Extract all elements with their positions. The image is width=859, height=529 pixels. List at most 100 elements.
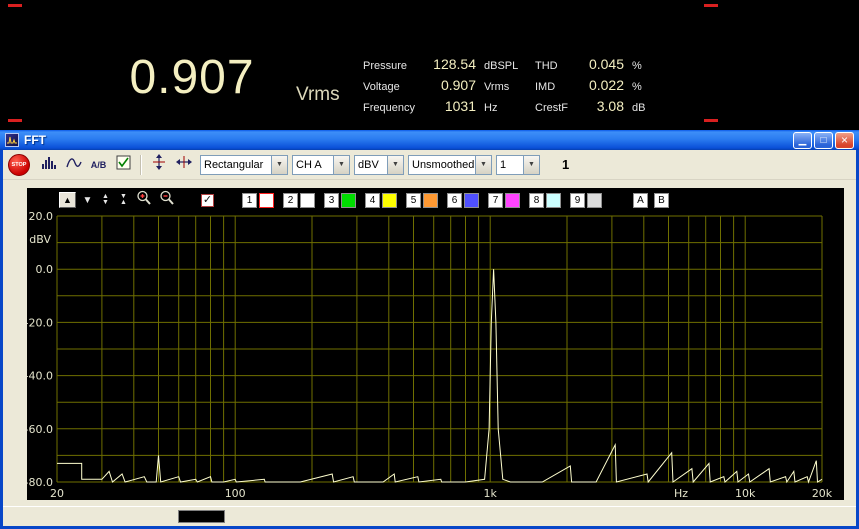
reading-unit: Hz (484, 102, 498, 114)
trace-8-button[interactable]: 8 (529, 192, 544, 208)
zoom-out-icon (159, 190, 175, 211)
maximize-button[interactable]: □ (814, 131, 833, 149)
trace-5-color-swatch[interactable] (423, 192, 438, 208)
units-select[interactable]: dBV ▼ (354, 154, 404, 175)
svg-text:Hz: Hz (674, 487, 688, 500)
svg-text:-40.0: -40.0 (27, 370, 53, 383)
reading-value: 0.045 (588, 56, 624, 72)
trace-4-button[interactable]: 4 (365, 192, 380, 208)
reading-label: Pressure (363, 60, 408, 72)
grid-lines (56, 215, 823, 483)
bar-graph-icon (41, 155, 57, 175)
window-title: FFT (24, 133, 46, 147)
trace-6-color-swatch[interactable] (464, 192, 479, 208)
screen: 0.907 Vrms Pressure 128.54 dBSPL THD 0.0… (0, 0, 859, 529)
reading-label: Voltage (363, 81, 400, 93)
reading-unit: dBSPL (484, 60, 519, 72)
trace-4-color-swatch[interactable] (382, 192, 397, 208)
svg-text:20k: 20k (812, 487, 833, 500)
curve-icon (65, 155, 82, 175)
averages-select[interactable]: 1 ▼ (496, 154, 540, 175)
scale-x-button[interactable] (171, 153, 196, 176)
trace-1-button[interactable]: 1 (242, 192, 257, 208)
svg-text:dBV: dBV (29, 233, 51, 246)
scroll-up-button[interactable]: ▲ (59, 192, 76, 208)
reading-unit: % (632, 81, 642, 93)
svg-text:100: 100 (225, 487, 246, 500)
marker-checkbox[interactable]: ✓ (201, 193, 214, 207)
x-axis-scale-icon (175, 155, 192, 174)
trace-9-color-swatch[interactable] (587, 192, 602, 208)
trace-3-color-swatch[interactable] (341, 192, 356, 208)
expand-range-button[interactable]: ▲ ▼ (99, 193, 112, 206)
scroll-down-button[interactable]: ▼ (81, 195, 94, 206)
readings-table: Pressure 128.54 dBSPL THD 0.045 % Voltag… (363, 56, 657, 114)
bar-graph-button[interactable] (36, 153, 61, 176)
ab-compare-icon: A/B (90, 159, 107, 170)
status-indicator (178, 510, 225, 523)
svg-text:-60.0: -60.0 (27, 423, 53, 436)
reading-label: THD (535, 60, 558, 72)
plot-area: ▲ ▼ ▲ ▼ ▼ ▲ ✓ 1 2 3 4 5 6 7 8 9 A B 20.0… (27, 188, 844, 500)
trace-2-button[interactable]: 2 (283, 192, 298, 208)
plot-controls: ▲ ▼ ▲ ▼ ▼ ▲ ✓ 1 2 3 4 5 6 7 8 9 A B (27, 188, 844, 212)
trace-7-color-swatch[interactable] (505, 192, 520, 208)
trace-3-button[interactable]: 3 (324, 192, 339, 208)
fft-window: FFT ▁ □ × STOP A/B Rectangular ▼ CH A ▼ … (0, 130, 859, 529)
ab-compare-button[interactable]: A/B (86, 153, 111, 176)
smoothing-select[interactable]: Unsmoothed ▼ (408, 154, 492, 175)
chevron-down-icon[interactable]: ▼ (523, 155, 539, 174)
reading-value: 3.08 (596, 98, 624, 114)
trace-6-button[interactable]: 6 (447, 192, 462, 208)
chevron-down-icon[interactable]: ▼ (333, 155, 349, 174)
fft-window-type-select[interactable]: Rectangular ▼ (200, 154, 288, 175)
close-button[interactable]: × (835, 131, 854, 149)
trace-8-color-swatch[interactable] (546, 192, 561, 208)
reading-label: Frequency (363, 102, 415, 114)
zoom-out-button[interactable] (158, 190, 176, 211)
combo-value: CH A (296, 158, 322, 171)
trace-2-color-swatch[interactable] (300, 192, 315, 208)
trace-1-color-swatch[interactable] (259, 192, 274, 208)
minimize-button[interactable]: ▁ (793, 131, 812, 149)
svg-text:0.0: 0.0 (36, 263, 54, 276)
trace-7-button[interactable]: 7 (488, 192, 503, 208)
combo-value: Unsmoothed (412, 158, 475, 171)
svg-text:20.0: 20.0 (29, 212, 54, 223)
reading-value: 0.907 (440, 77, 476, 93)
stop-button[interactable]: STOP (8, 153, 30, 176)
scale-y-button[interactable] (146, 153, 171, 176)
reading-label: IMD (535, 81, 556, 93)
corner-marker (704, 119, 718, 122)
combo-value: 1 (500, 158, 507, 171)
curve-view-button[interactable] (61, 153, 86, 176)
trace-5-button[interactable]: 5 (406, 192, 421, 208)
combo-value: Rectangular (204, 158, 264, 171)
reading-label: CrestF (535, 102, 568, 114)
channel-select[interactable]: CH A ▼ (292, 154, 350, 175)
overlay-list-button[interactable] (111, 153, 136, 176)
axis-labels: 20.00.0-20.0-40.0-60.0-80.0dBV20 100 1k 10k… (27, 212, 833, 500)
toolbar-separator (140, 154, 142, 175)
average-counter: 1 (562, 157, 570, 172)
reading-value: 128.54 (433, 56, 476, 72)
zoom-in-icon (136, 190, 152, 211)
trace-buttons: 1 2 3 4 5 6 7 8 9 (233, 192, 602, 208)
up-triangle-icon: ▲ (120, 199, 127, 206)
plot-region: ▲ ▼ ▲ ▼ ▼ ▲ ✓ 1 2 3 4 5 6 7 8 9 A B 20.0… (3, 180, 856, 506)
status-bar (3, 506, 856, 526)
zoom-in-button[interactable] (135, 190, 153, 211)
chevron-down-icon[interactable]: ▼ (387, 155, 403, 174)
measurement-panel: 0.907 Vrms Pressure 128.54 dBSPL THD 0.0… (0, 0, 859, 130)
compress-range-button[interactable]: ▼ ▲ (117, 193, 130, 206)
chevron-down-icon[interactable]: ▼ (271, 155, 287, 174)
toolbar: STOP A/B Rectangular ▼ CH A ▼ dBV ▼ Unsm… (3, 150, 856, 180)
chevron-down-icon[interactable]: ▼ (475, 155, 491, 174)
reading-unit: % (632, 60, 642, 72)
corner-marker (704, 4, 718, 7)
corner-marker (8, 119, 22, 122)
title-bar[interactable]: FFT ▁ □ × (0, 130, 859, 150)
overlay-a-button[interactable]: A (633, 192, 648, 208)
trace-9-button[interactable]: 9 (570, 192, 585, 208)
overlay-b-button[interactable]: B (654, 192, 669, 208)
